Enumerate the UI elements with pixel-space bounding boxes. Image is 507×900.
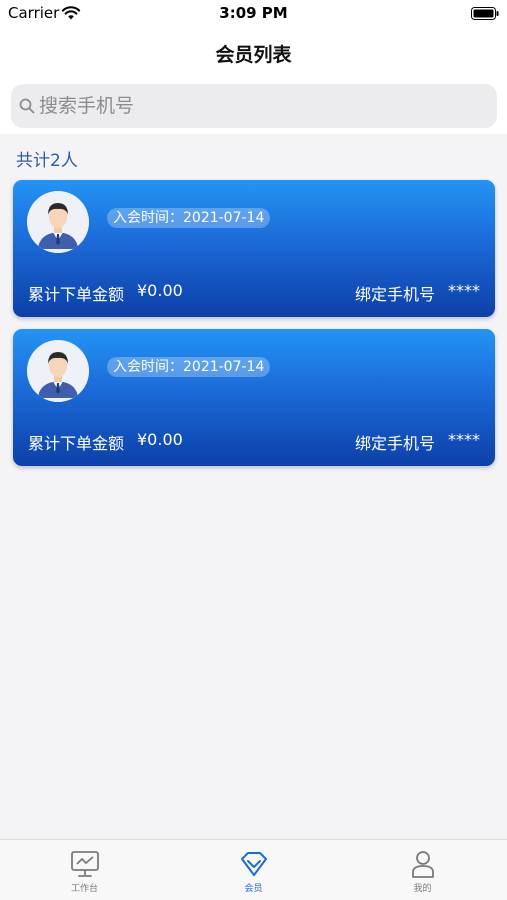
person-avatar-icon	[27, 340, 89, 402]
bound-phone-value: ****	[448, 430, 480, 449]
avatar	[27, 340, 89, 402]
search-icon	[19, 98, 35, 114]
bound-phone-value: ****	[448, 281, 480, 300]
tab-label: 会员	[244, 884, 263, 894]
monitor-icon	[71, 851, 99, 877]
battery-icon	[471, 7, 499, 20]
diamond-icon	[241, 852, 267, 876]
search-box[interactable]	[11, 84, 497, 128]
person-avatar-icon	[27, 191, 89, 253]
bound-phone-label: 绑定手机号	[355, 285, 436, 304]
order-total-value: ¥0.00	[137, 430, 183, 449]
tab-mine[interactable]: 我的	[338, 840, 507, 900]
bound-phone-label: 绑定手机号	[355, 434, 436, 453]
status-bar: Carrier 3:09 PM	[0, 0, 507, 30]
join-date-badge: 入会时间：2021-07-14	[107, 357, 271, 377]
search-input[interactable]	[39, 84, 489, 128]
tab-label: 我的	[413, 884, 432, 894]
avatar	[27, 191, 89, 253]
page-title: 会员列表	[215, 44, 292, 66]
order-total-value: ¥0.00	[137, 281, 183, 300]
member-card[interactable]: 入会时间：2021-07-14 累计下单金额 ¥0.00 绑定手机号 ****	[13, 329, 495, 466]
tab-bar: 工作台 会员 我的	[0, 839, 507, 900]
member-card[interactable]: 入会时间：2021-07-14 累计下单金额 ¥0.00 绑定手机号 ****	[13, 180, 495, 317]
join-date-badge: 入会时间：2021-07-14	[107, 208, 271, 228]
tab-label: 工作台	[70, 884, 98, 894]
tab-workbench[interactable]: 工作台	[0, 840, 169, 900]
order-total-label: 累计下单金额	[28, 285, 125, 304]
status-time: 3:09 PM	[219, 4, 288, 22]
person-icon	[412, 851, 434, 878]
member-count: 共计2人	[16, 151, 78, 171]
order-total-label: 累计下单金额	[28, 434, 125, 453]
search-container	[0, 76, 507, 134]
navigation-bar: 会员列表	[0, 30, 507, 76]
tab-members[interactable]: 会员	[169, 840, 338, 900]
